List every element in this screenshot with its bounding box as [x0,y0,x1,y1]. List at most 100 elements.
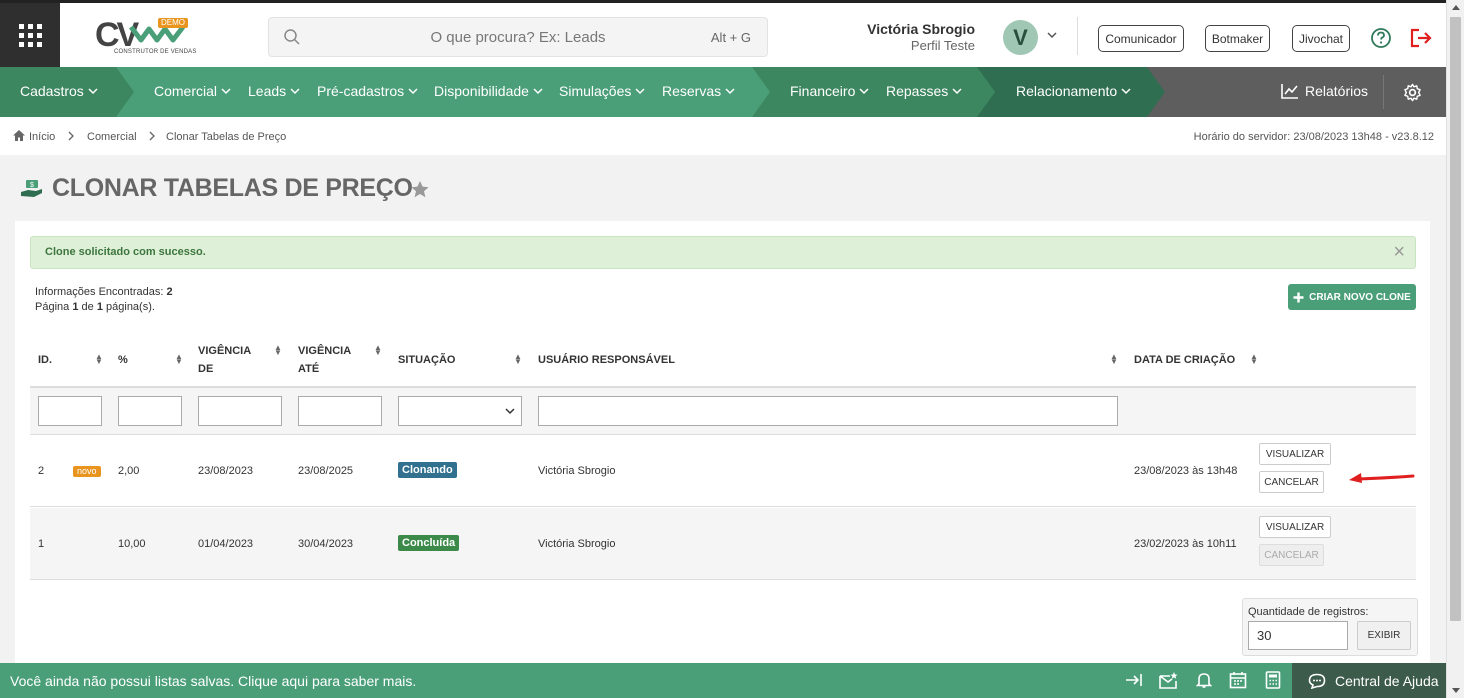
filter-vigencia-de-input[interactable] [198,396,282,426]
cell-vigencia-ate: 23/08/2025 [298,465,354,477]
filter-percent-input[interactable] [118,396,182,426]
chart-line-icon [1281,84,1298,99]
saved-lists-link[interactable]: Você ainda não possui listas salvas. Cli… [10,673,416,689]
col-data-criacao[interactable]: DATA DE CRIAÇÃO [1134,351,1235,369]
page-title: CLONAR TABELAS DE PREÇO [52,174,413,202]
divider [1383,75,1384,109]
help-icon[interactable] [1370,27,1392,49]
nav-label: Repasses [886,83,949,99]
records-input[interactable]: 30 [1248,621,1348,650]
sort-icon[interactable]: ▲ ▼ [374,344,382,357]
cell-percent: 10,00 [118,538,146,550]
help-center-button[interactable]: Central de Ajuda [1292,663,1446,698]
nav-item-pre-cadastros[interactable]: Pré-cadastros [317,83,418,99]
nav-item-comercial[interactable]: Comercial [154,83,231,99]
nav-label: Leads [248,83,287,99]
nav-item-relacionamento[interactable]: Relacionamento [1016,83,1131,99]
cell-vigencia-ate: 30/04/2023 [298,538,354,550]
cell-id: 1 [38,538,45,550]
botmaker-button[interactable]: Botmaker [1205,25,1270,52]
bell-icon[interactable] [1196,671,1212,689]
col-vigencia-ate[interactable]: VIGÊNCIA ATÉ [298,342,351,378]
nav-item-reservas[interactable]: Reservas [662,83,735,99]
sort-icon[interactable]: ▲ ▼ [1110,353,1118,366]
cancel-button[interactable]: CANCELAR [1259,471,1324,493]
mail-star-icon[interactable] [1158,671,1179,690]
records-per-page: Quantidade de registros: 30 EXIBIR [1242,598,1418,656]
col-vigencia-de[interactable]: VIGÊNCIA DE [198,342,251,378]
col-percent[interactable]: % [118,351,128,369]
logo-subtitle: CONSTRUTOR DE VENDAS [114,49,197,55]
chevron-down-icon [505,408,515,415]
nav-item-disponibilidade[interactable]: Disponibilidade [434,83,543,99]
view-button[interactable]: VISUALIZAR [1259,516,1331,538]
scroll-thumb[interactable] [1450,17,1461,621]
logo-demo-badge: DEMO [158,18,188,28]
comunicador-button[interactable]: Comunicador [1098,25,1184,52]
nav-item-repasses[interactable]: Repasses [886,83,962,99]
create-clone-label: CRIAR NOVO CLONE [1309,291,1411,303]
filter-situacao-select[interactable] [398,396,522,426]
chevron-down-icon [88,88,98,95]
calculator-icon[interactable] [1265,671,1281,689]
star-icon[interactable] [410,180,430,199]
view-button[interactable]: VISUALIZAR [1259,443,1331,465]
show-button[interactable]: EXIBIR [1357,621,1411,650]
reports-link[interactable]: Relatórios [1281,83,1368,99]
col-id[interactable]: ID. [38,351,52,369]
apps-menu-button[interactable] [0,3,60,67]
sort-icon[interactable]: ▲ ▼ [274,344,282,357]
breadcrumb-home[interactable]: Início [29,131,55,143]
nav-label: Financeiro [790,83,856,99]
calendar-icon[interactable] [1229,671,1247,689]
search-box[interactable]: O que procura? Ex: Leads Alt + G [268,17,768,57]
close-icon[interactable]: × [1393,242,1405,262]
cell-usuario: Victória Sbrogio [538,538,616,550]
table-row: 1 10,00 01/04/2023 30/04/2023 Concluída … [30,508,1416,580]
server-time: Horário do servidor: 23/08/2023 13h48 - … [1193,131,1434,143]
home-icon[interactable] [12,129,26,142]
chevron-down-icon[interactable] [1046,30,1058,40]
sort-icon[interactable]: ▲ ▼ [1250,353,1258,366]
logo[interactable]: CV DEMO CONSTRUTOR DE VENDAS [95,17,196,59]
page-suffix: página(s). [106,301,155,313]
chevron-down-icon [859,88,869,95]
content-panel: Clone solicitado com sucesso. × Informaç… [15,221,1430,666]
breadcrumb: Início Comercial Clonar Tabelas de Preço… [0,117,1446,155]
scrollbar[interactable] [1446,0,1464,698]
new-badge: novo [73,466,101,477]
search-input[interactable]: O que procura? Ex: Leads [269,29,767,46]
sort-icon[interactable]: ▲ ▼ [514,353,522,366]
logout-icon[interactable] [1409,27,1433,49]
nav-item-leads[interactable]: Leads [248,83,300,99]
page-word: Página [35,301,70,313]
cancel-button: CANCELAR [1259,544,1324,566]
scroll-up-icon[interactable] [1452,5,1460,10]
user-name[interactable]: Victória Sbrogio [867,21,975,37]
nav-item-financeiro[interactable]: Financeiro [790,83,869,99]
gear-icon[interactable] [1403,83,1422,102]
page-of: de [81,301,94,313]
money-hand-icon: $ [21,180,42,197]
nav-item-cadastros[interactable]: Cadastros [20,83,98,99]
filter-usuario-input[interactable] [538,396,1118,426]
sort-icon[interactable]: ▲ ▼ [95,353,103,366]
col-usuario[interactable]: USUÁRIO RESPONSÁVEL [538,351,675,369]
cell-id: 2 [38,465,45,477]
breadcrumb-comercial[interactable]: Comercial [87,131,137,143]
col-situacao[interactable]: SITUAÇÃO [398,351,455,369]
jivochat-button[interactable]: Jivochat [1292,25,1350,52]
col-label: VIGÊNCIA [198,345,252,357]
divider [1077,17,1078,55]
sort-icon[interactable]: ▲ ▼ [175,353,183,366]
arrow-to-right-icon[interactable] [1125,671,1143,689]
cell-percent: 2,00 [118,465,140,477]
table-row: 2 novo 2,00 23/08/2023 23/08/2025 Clonan… [30,435,1416,507]
avatar[interactable]: V [1003,20,1038,55]
nav-label: Comercial [154,83,218,99]
filter-vigencia-ate-input[interactable] [298,396,382,426]
nav-item-simulacoes[interactable]: Simulações [559,83,645,99]
scroll-down-icon[interactable] [1452,688,1460,693]
filter-id-input[interactable] [38,396,102,426]
create-clone-button[interactable]: CRIAR NOVO CLONE [1288,284,1416,310]
